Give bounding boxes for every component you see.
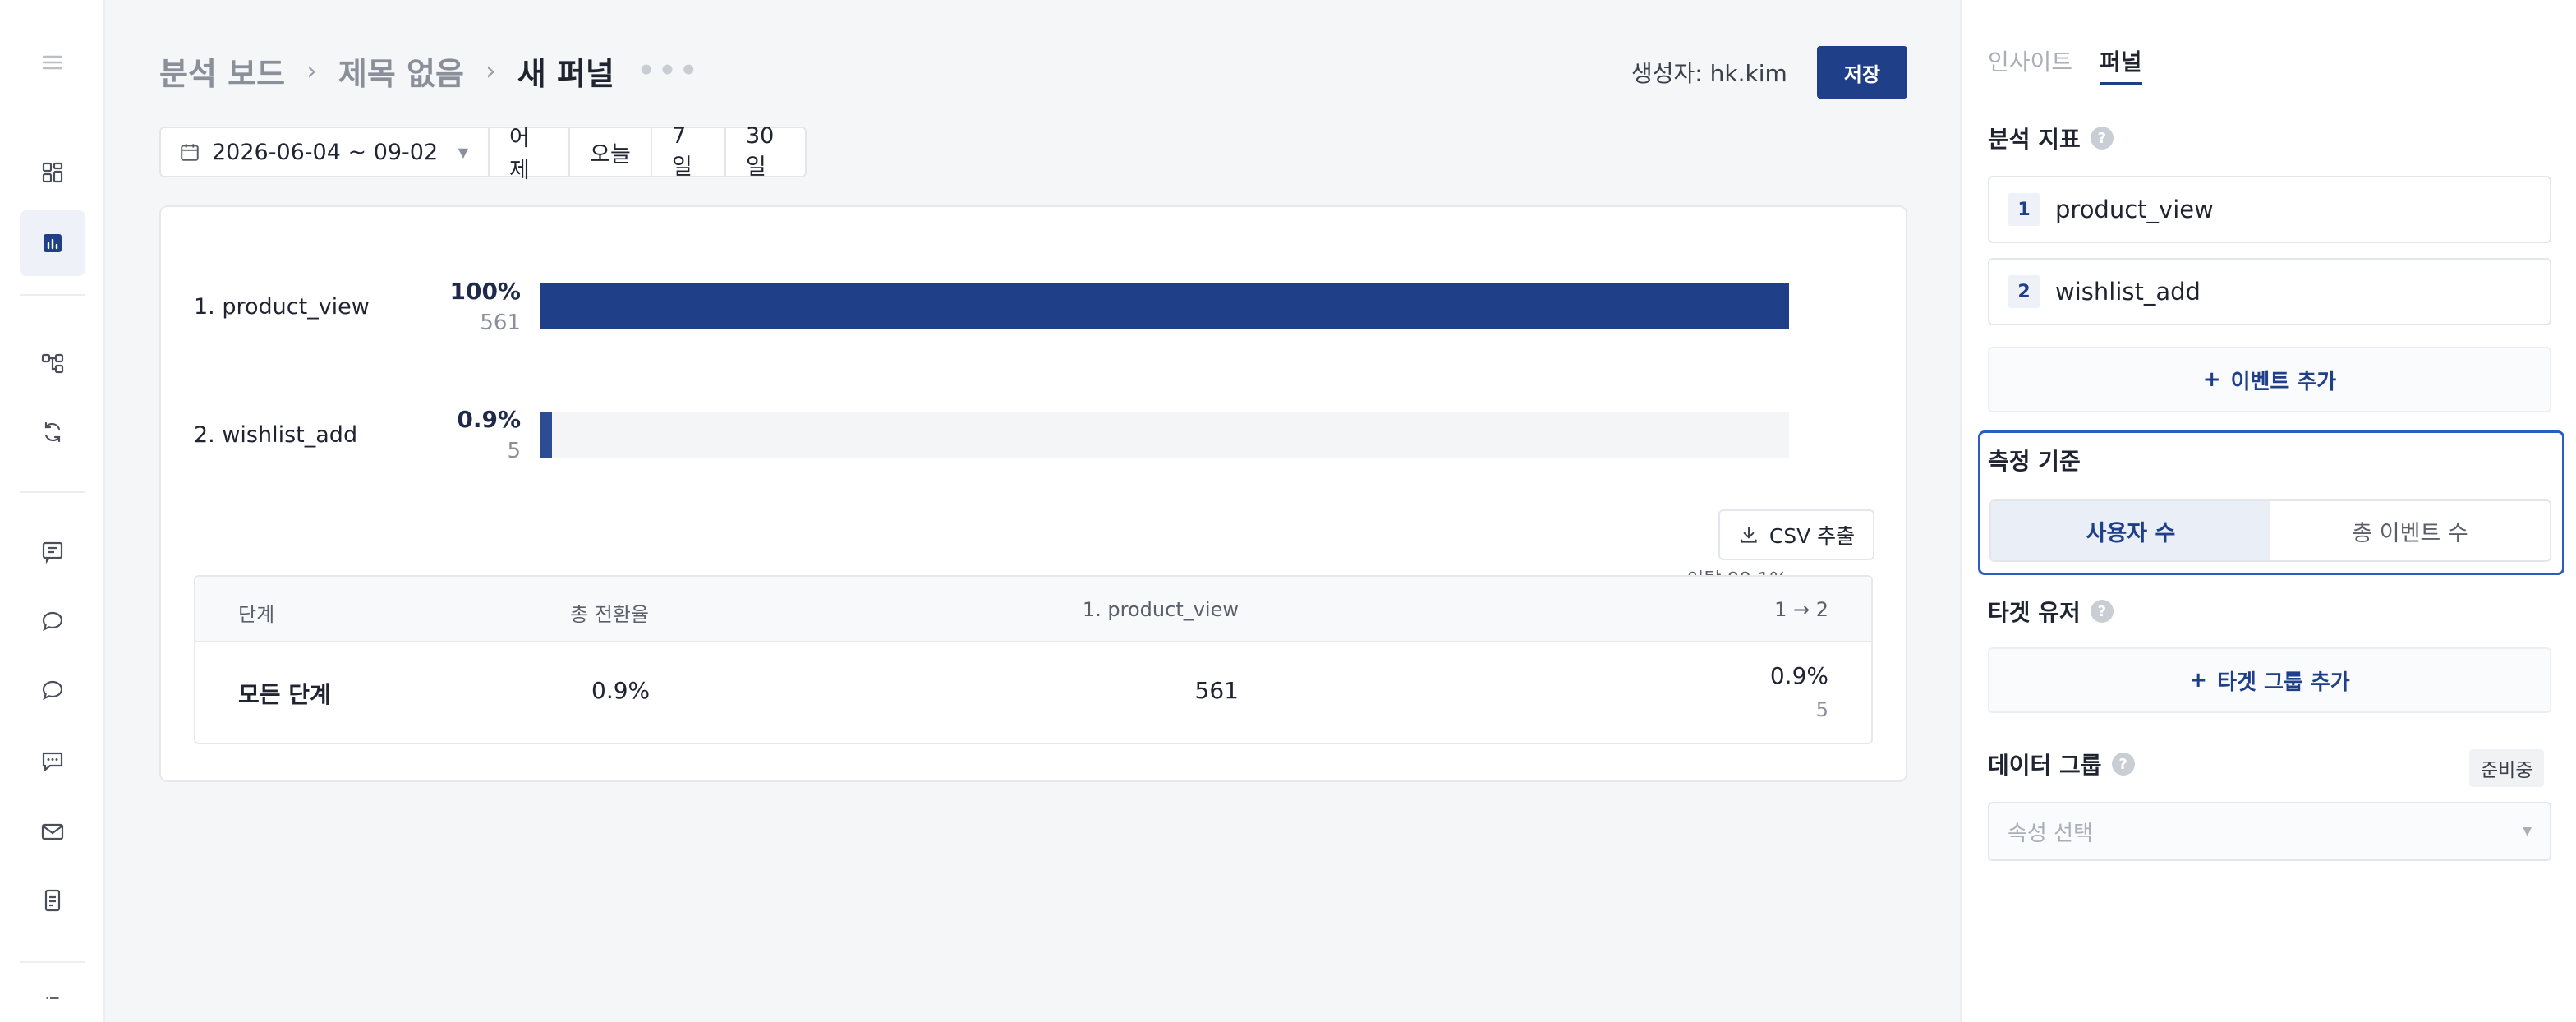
funnel-step-2: 2. wishlist_add 0.9% 5 xyxy=(161,401,1906,467)
target-title-text: 타겟 유저 xyxy=(1988,599,2081,626)
settings-panel: 인사이트 퍼널 분석 지표 ? 1 product_view 2 wishlis… xyxy=(1960,0,2576,1022)
row-step12-count: 5 xyxy=(1815,698,1828,721)
quick-30days[interactable]: 30일 xyxy=(726,123,805,180)
bar-track xyxy=(540,283,1789,329)
save-button[interactable]: 저장 xyxy=(1817,46,1907,99)
funnel-step-1: 1. product_view 100% 561 xyxy=(161,273,1906,338)
help-icon[interactable]: ? xyxy=(2111,753,2135,776)
column-header: 1. product_view xyxy=(1082,598,1239,621)
row-step1-count: 561 xyxy=(1194,677,1239,704)
add-target-label: 타겟 그룹 추가 xyxy=(2217,670,2350,695)
row-total-rate: 0.9% xyxy=(591,677,651,704)
csv-export-label: CSV 추출 xyxy=(1769,524,1856,548)
funnel-table: 단계 총 전환율 1. product_view 1 → 2 모든 단계 0.9… xyxy=(194,575,1873,744)
flow-icon[interactable] xyxy=(20,330,85,396)
data-group-section-title: 데이터 그룹 ? xyxy=(1988,748,2135,780)
step-percent: 0.9% xyxy=(457,406,521,433)
metric-name: product_view xyxy=(2055,196,2214,223)
column-header: 총 전환율 xyxy=(570,603,649,626)
download-icon xyxy=(1741,527,1757,543)
attribute-select[interactable]: 속성 선택 ▼ xyxy=(1988,802,2551,861)
bar-fill[interactable] xyxy=(540,283,1789,329)
metric-name: wishlist_add xyxy=(2055,278,2201,306)
add-event-button[interactable]: + 이벤트 추가 xyxy=(1988,347,2551,412)
menu-icon[interactable] xyxy=(20,30,85,95)
refresh-icon[interactable] xyxy=(20,399,85,465)
rail-divider xyxy=(20,491,85,493)
chat-bubble-2-icon[interactable] xyxy=(20,657,85,723)
target-section-title: 타겟 유저 ? xyxy=(1988,595,2114,628)
measure-option-events[interactable]: 총 이벤트 수 xyxy=(2270,501,2550,560)
tab-funnel[interactable]: 퍼널 xyxy=(2100,44,2142,77)
breadcrumb-board[interactable]: 제목 없음 xyxy=(338,48,464,94)
chevron-right-icon: › xyxy=(485,55,496,86)
list-icon[interactable] xyxy=(20,986,85,1022)
metric-number: 2 xyxy=(2008,275,2040,308)
metric-item[interactable]: 1 product_view xyxy=(1988,176,2551,243)
funnel-card: 1. product_view 100% 561 이탈 99.1% 2. wis… xyxy=(159,205,1907,782)
quick-yesterday[interactable]: 어제 xyxy=(490,126,570,183)
step-name: 1. product_view xyxy=(194,294,370,320)
step-percent: 100% xyxy=(449,278,521,305)
help-icon[interactable]: ? xyxy=(2090,600,2114,623)
status-badge: 준비중 xyxy=(2469,749,2545,787)
quick-today[interactable]: 오늘 xyxy=(570,128,652,176)
date-range-value: 2026-06-04 ~ 09-02 xyxy=(212,139,439,165)
breadcrumb: 분석 보드 › 제목 없음 › 새 퍼널 ••• xyxy=(159,48,701,94)
help-icon[interactable]: ? xyxy=(2090,127,2114,150)
measure-section-title: 측정 기준 xyxy=(1988,448,2081,475)
measure-toggle: 사용자 수 총 이벤트 수 xyxy=(1990,499,2551,562)
plus-icon: + xyxy=(2202,367,2221,392)
attribute-select-placeholder: 속성 선택 xyxy=(2008,821,2093,846)
plus-icon: + xyxy=(2189,668,2208,693)
more-icon[interactable]: ••• xyxy=(637,54,701,87)
breadcrumb-root[interactable]: 분석 보드 xyxy=(159,48,285,94)
add-event-label: 이벤트 추가 xyxy=(2230,369,2337,394)
metric-item[interactable]: 2 wishlist_add xyxy=(1988,258,2551,325)
column-header: 1 → 2 xyxy=(1774,598,1828,621)
caret-down-icon: ▼ xyxy=(2523,825,2532,838)
measure-option-users[interactable]: 사용자 수 xyxy=(1991,501,2270,560)
quick-7days[interactable]: 7일 xyxy=(652,123,726,180)
table-header: 단계 총 전환율 1. product_view 1 → 2 xyxy=(196,577,1871,642)
metric-section-title: 분석 지표 ? xyxy=(1988,122,2114,154)
chart-icon[interactable] xyxy=(20,210,85,276)
csv-export-button[interactable]: CSV 추출 xyxy=(1718,509,1874,560)
bar-fill[interactable] xyxy=(540,412,552,458)
add-target-group-button[interactable]: + 타겟 그룹 추가 xyxy=(1988,647,2551,713)
bar-track xyxy=(540,412,1789,458)
message-icon[interactable] xyxy=(20,519,85,585)
tab-insight[interactable]: 인사이트 xyxy=(1988,44,2072,77)
active-tab-indicator xyxy=(2100,82,2142,85)
column-header: 단계 xyxy=(238,603,275,626)
chevron-right-icon: › xyxy=(306,55,317,86)
step-count: 5 xyxy=(507,439,521,463)
chat-bubble-icon[interactable] xyxy=(20,588,85,654)
step-name: 2. wishlist_add xyxy=(194,422,358,448)
document-icon[interactable] xyxy=(20,868,85,933)
mail-icon[interactable] xyxy=(20,799,85,864)
left-rail xyxy=(0,0,105,1022)
date-filter: 2026-06-04 ~ 09-02 ▼ 어제 오늘 7일 30일 xyxy=(159,123,807,183)
caret-down-icon: ▼ xyxy=(458,144,468,160)
date-range-picker[interactable]: 2026-06-04 ~ 09-02 ▼ xyxy=(161,128,490,176)
dashboard-icon[interactable] xyxy=(20,140,85,205)
data-group-title-text: 데이터 그룹 xyxy=(1988,752,2102,779)
main-content: 분석 보드 › 제목 없음 › 새 퍼널 ••• 생성자: hk.kim 저장 … xyxy=(107,0,1960,1022)
rail-divider xyxy=(20,294,85,296)
metric-title-text: 분석 지표 xyxy=(1988,126,2081,153)
calendar-icon xyxy=(181,144,199,161)
creator-label: 생성자: hk.kim xyxy=(1631,60,1787,87)
row-step12-rate: 0.9% xyxy=(1769,662,1828,689)
rail-divider xyxy=(20,961,85,963)
row-label: 모든 단계 xyxy=(238,681,331,708)
chat-dots-icon[interactable] xyxy=(20,728,85,794)
page-title[interactable]: 새 퍼널 xyxy=(518,48,614,94)
metric-number: 1 xyxy=(2008,193,2040,226)
step-count: 561 xyxy=(480,311,521,335)
